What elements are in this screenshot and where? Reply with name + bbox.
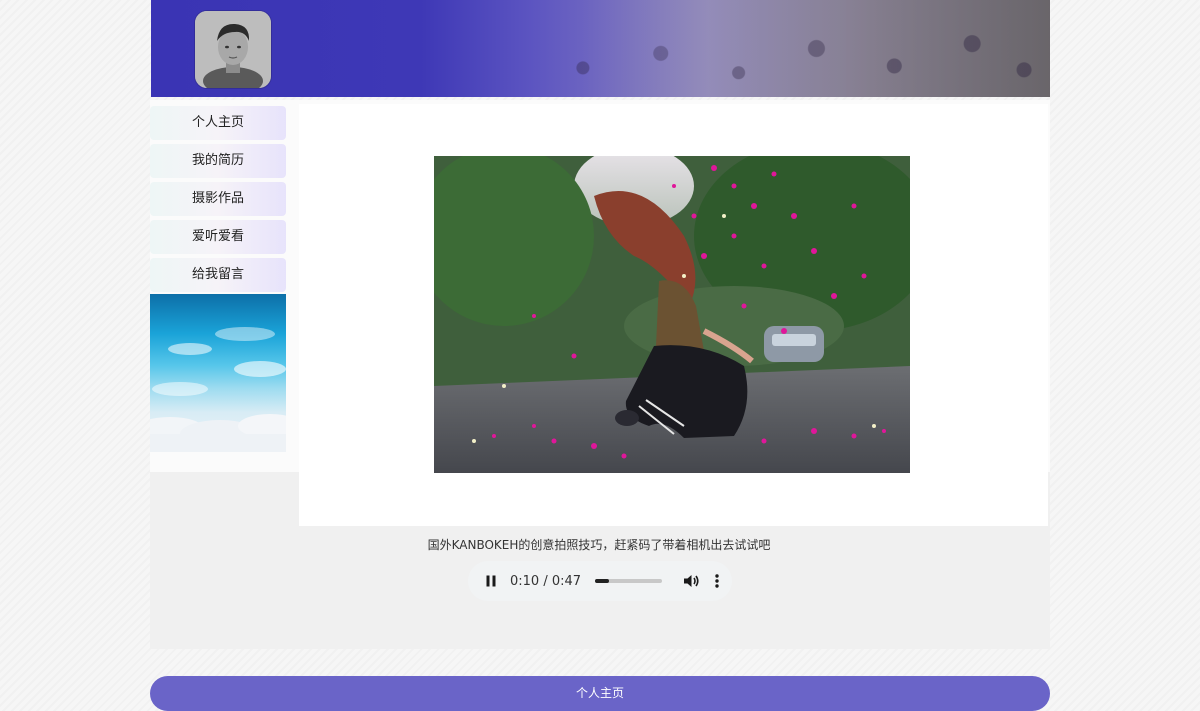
photo-caption: 国外KANBOKEH的创意拍照技巧，赶紧码了带着相机出去试试吧 xyxy=(427,538,771,552)
volume-icon xyxy=(684,575,699,587)
audio-player: 0:10 / 0:47 xyxy=(468,561,732,601)
photo-girl-petals-icon xyxy=(434,156,910,473)
footer-home-button[interactable]: 个人主页 xyxy=(150,676,1050,711)
pause-icon xyxy=(486,575,496,587)
sidebar-nav: 个人主页 我的简历 摄影作品 爱听爱看 给我留言 xyxy=(150,106,286,296)
nav-item-home[interactable]: 个人主页 xyxy=(150,106,286,140)
audio-seek-progress xyxy=(595,579,610,583)
volume-button[interactable] xyxy=(682,572,700,590)
audio-time: 0:10 / 0:47 xyxy=(510,573,582,589)
more-options-button[interactable] xyxy=(710,572,724,590)
audio-seek-bar[interactable] xyxy=(595,579,663,583)
avatar xyxy=(195,11,271,88)
sky-clouds-icon xyxy=(150,327,286,452)
avatar-portrait-icon xyxy=(195,11,271,88)
banner-crowd-image xyxy=(531,0,1050,97)
nav-item-media[interactable]: 爱听爱看 xyxy=(150,220,286,254)
featured-photo xyxy=(434,156,910,473)
sidebar-sky-image xyxy=(150,294,286,452)
more-vertical-icon xyxy=(715,574,719,588)
nav-item-photography[interactable]: 摄影作品 xyxy=(150,182,286,216)
page: 个人主页 我的简历 摄影作品 爱听爱看 给我留言 国外KANBOKEH的创意拍照… xyxy=(0,0,1200,711)
header-banner xyxy=(151,0,1050,97)
nav-item-resume[interactable]: 我的简历 xyxy=(150,144,286,178)
pause-button[interactable] xyxy=(484,574,498,588)
nav-item-message[interactable]: 给我留言 xyxy=(150,258,286,292)
